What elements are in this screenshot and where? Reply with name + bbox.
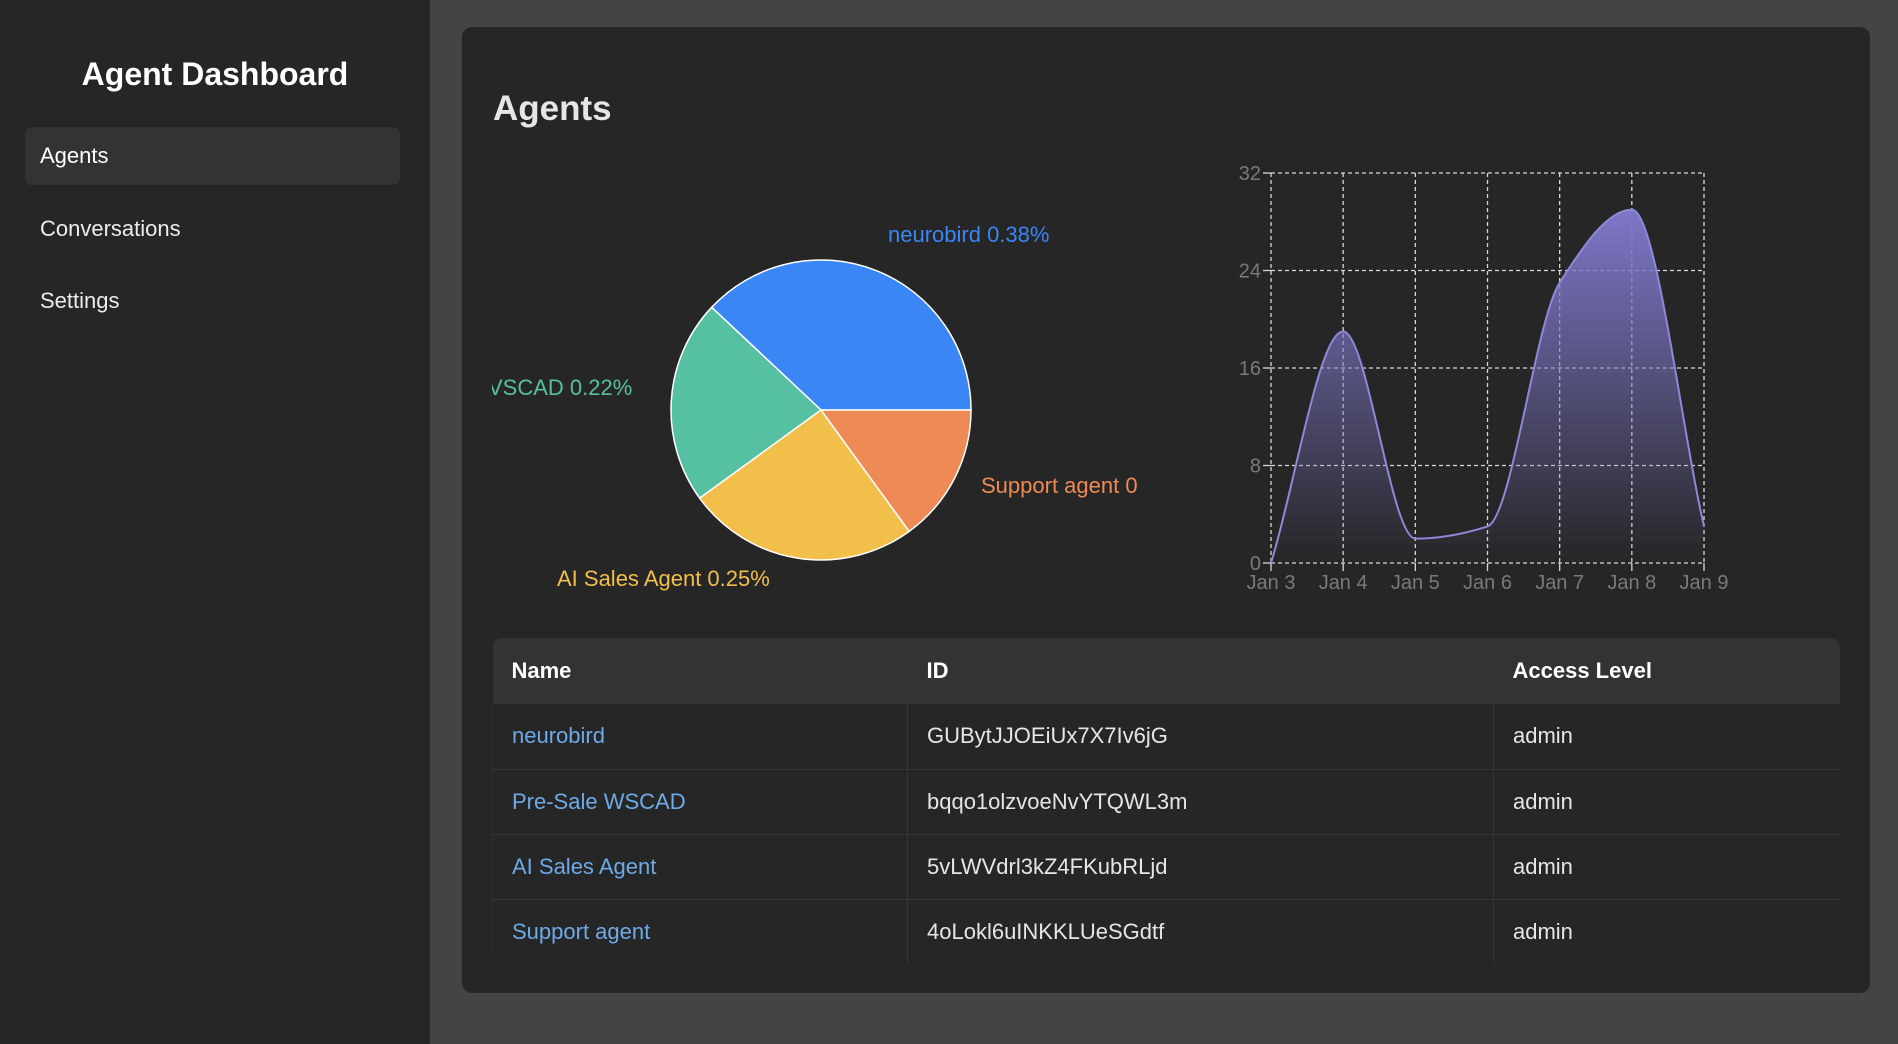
sidebar-item-agents[interactable]: Agents: [25, 127, 400, 185]
x-tick-label: Jan 4: [1319, 572, 1368, 594]
table-header-row: Name ID Access Level: [492, 638, 1840, 704]
access-level-cell: admin: [1493, 704, 1840, 770]
app-title: Agent Dashboard: [81, 56, 349, 92]
data-point-jan-9: [1703, 525, 1705, 527]
pie-label-neurobird: neurobird 0.38%: [888, 222, 1049, 247]
pie-label-ai-sales-agent: AI Sales Agent 0.25%: [557, 566, 770, 591]
pie-label-support-agent: Support agent 0: [981, 473, 1138, 498]
area-chart: 0 8 16 24 32 Jan 3 Jan 4 Jan 5 Jan 6 Jan 7 Jan 8 Ja…: [1202, 147, 1842, 627]
page-title: Agents: [493, 89, 612, 128]
pie-chart: neurobird 0.38% VSCAD 0.22% AI Sales Age…: [492, 177, 1152, 617]
id-cell: 4oLokl6uINKKLUeSGdtf: [907, 899, 1494, 963]
name-cell: AI Sales Agent: [492, 834, 908, 900]
agent-name-link[interactable]: neurobird: [512, 723, 605, 748]
name-cell: neurobird: [492, 704, 908, 770]
x-tick-label: Jan 7: [1535, 572, 1584, 594]
y-tick-label: 16: [1239, 358, 1261, 380]
name-cell: Support agent: [492, 899, 908, 963]
data-point-jan-4: [1342, 330, 1344, 332]
x-tick-label: Jan 9: [1680, 572, 1729, 594]
data-point-jan-7: [1559, 282, 1561, 284]
id-cell: 5vLWVdrl3kZ4FKubRLjd: [907, 834, 1494, 900]
access-level-cell: admin: [1493, 899, 1840, 963]
y-tick-label: 24: [1239, 261, 1261, 283]
agents-table: Name ID Access Level neurobird GUBytJJOE…: [492, 638, 1840, 963]
id-cell: GUBytJJOEiUx7X7Iv6jG: [907, 704, 1494, 770]
table-row: AI Sales Agent 5vLWVdrl3kZ4FKubRLjd admi…: [492, 834, 1840, 900]
y-tick-label: 8: [1250, 456, 1261, 478]
data-point-jan-5: [1414, 538, 1416, 540]
y-tick-label: 32: [1239, 163, 1261, 185]
name-cell: Pre-Sale WSCAD: [492, 769, 908, 835]
id-cell: bqqo1olzvoeNvYTQWL3m: [907, 769, 1494, 835]
pie-chart-svg: neurobird 0.38% VSCAD 0.22% AI Sales Age…: [492, 222, 1138, 591]
table-row: Pre-Sale WSCAD bqqo1olzvoeNvYTQWL3m admi…: [492, 769, 1840, 835]
pie-label-presale-wscad: VSCAD 0.22%: [492, 375, 632, 400]
column-header-access-level[interactable]: Access Level: [1493, 638, 1840, 704]
x-tick-label: Jan 8: [1607, 572, 1656, 594]
column-header-name[interactable]: Name: [492, 638, 908, 704]
sidebar-item-settings[interactable]: Settings: [25, 272, 400, 330]
x-tick-label: Jan 5: [1391, 572, 1440, 594]
agent-name-link[interactable]: AI Sales Agent: [512, 854, 656, 879]
sidebar: Agent Dashboard Agents Conversations Set…: [0, 0, 430, 1044]
area-chart-svg: 08162432Jan 3 Jan 4 Jan 5 Jan 6 Jan 7 Jan 8 Ja…: [1239, 163, 1729, 594]
table-row: neurobird GUBytJJOEiUx7X7Iv6jG admin: [492, 704, 1840, 770]
access-level-cell: admin: [1493, 834, 1840, 900]
agent-name-link[interactable]: Pre-Sale WSCAD: [512, 789, 686, 814]
agents-card: Agents neurobird 0.38% VSCAD 0.22% AI Sa…: [462, 27, 1870, 993]
data-point-jan-3: [1270, 562, 1272, 564]
column-header-id[interactable]: ID: [907, 638, 1494, 704]
x-tick-label: Jan 6: [1463, 572, 1512, 594]
agent-name-link[interactable]: Support agent: [512, 919, 650, 944]
table-row: Support agent 4oLokl6uINKKLUeSGdtf admin: [492, 899, 1840, 963]
x-tick-label: Jan 3: [1247, 572, 1296, 594]
data-point-jan-8: [1631, 209, 1633, 211]
sidebar-item-conversations[interactable]: Conversations: [25, 200, 400, 258]
access-level-cell: admin: [1493, 769, 1840, 835]
data-point-jan-6: [1487, 525, 1488, 527]
